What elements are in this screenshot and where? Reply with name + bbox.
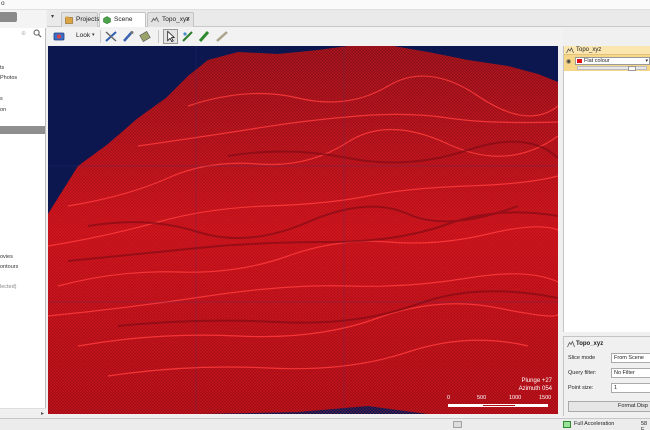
projects-icon — [65, 16, 73, 24]
tree-item[interactable]: on — [0, 107, 45, 113]
project-tree-dropdown[interactable] — [0, 12, 17, 22]
tree-item[interactable]: s — [0, 96, 45, 102]
visibility-eye-icon[interactable]: ◉ — [566, 58, 571, 65]
plunge-readout: Plunge +27 — [521, 378, 552, 384]
scroll-right-arrow-icon[interactable]: ▸ — [41, 410, 44, 417]
azimuth-readout: Azimuth 054 — [518, 386, 552, 392]
colour-swatch — [577, 59, 582, 63]
horizontal-scrollbar[interactable]: ▸ — [0, 408, 46, 418]
orientation-readout: Plunge +27 Azimuth 054 — [519, 377, 552, 393]
status-bar: Full Acceleration 58 F — [0, 418, 650, 430]
scene-view-viewport[interactable]: Plunge +27 Azimuth 054 0 500 1000 1500 — [48, 46, 558, 414]
colour-row: ◉ Flat colour ▾ — [564, 55, 650, 71]
tree-item[interactable]: Photos — [0, 75, 45, 81]
tree-item[interactable]: ontours — [0, 264, 45, 270]
tree-item-selected[interactable] — [0, 126, 45, 134]
chevron-down-icon: ▾ — [645, 58, 648, 64]
project-tree-header — [0, 10, 46, 28]
toolbar-divider — [100, 30, 101, 43]
scale-bar: 0 500 1000 1500 — [447, 395, 555, 411]
scene-toolbar: Look ▾ — [47, 27, 563, 46]
format-display-button[interactable]: Format Disp — [568, 401, 650, 412]
polyline-icon[interactable] — [197, 30, 211, 43]
window-title-strip: o — [0, 0, 650, 10]
object-properties-panel: Topo_xyz Slice mode From Scene Query fil… — [563, 336, 650, 416]
object-header[interactable]: Topo_xyz — [564, 46, 650, 55]
select-tool-button[interactable] — [163, 29, 178, 44]
acceleration-icon — [563, 421, 571, 428]
fps-readout: 58 F — [641, 421, 648, 430]
tree-item[interactable]: ts — [0, 65, 45, 71]
chevron-down-icon[interactable]: ▾ — [92, 32, 95, 38]
tab-list-chevron-icon[interactable]: ▾ — [51, 13, 54, 20]
mesh-icon — [567, 340, 575, 348]
measure-icon[interactable] — [104, 30, 118, 43]
tab-projects[interactable]: Projects — [61, 12, 100, 27]
query-filter-label: Query filter: — [568, 370, 597, 376]
look-menu-button[interactable]: Look — [76, 32, 90, 39]
slice-mode-label: Slice mode — [568, 355, 596, 361]
slice-mode-select[interactable]: From Scene — [611, 353, 650, 363]
terrain-surface — [48, 46, 558, 414]
scale-label: 500 — [477, 395, 487, 401]
section-icon[interactable] — [121, 30, 135, 43]
window-title: o — [1, 0, 5, 7]
project-tree-panel: ⊕ ts Photos s on ovies ontours lected) ▸ — [0, 10, 46, 418]
ruler-icon[interactable] — [215, 30, 229, 43]
tab-bar: ▾ Projects Scene View Topo_xyz × — [47, 10, 650, 36]
opacity-slider[interactable] — [577, 66, 647, 71]
shapes-list-panel: Topo_xyz ◉ Flat colour ▾ — [563, 46, 650, 332]
mesh-icon — [566, 47, 574, 54]
scene-view-icon — [103, 16, 111, 24]
colour-mode-select[interactable]: Flat colour ▾ — [575, 57, 650, 65]
tree-item[interactable]: ovies — [0, 254, 45, 260]
tab-scene-view[interactable]: Scene View — [99, 12, 146, 36]
mesh-icon — [151, 16, 159, 23]
tree-item[interactable]: lected) — [0, 284, 45, 290]
filter-icon[interactable]: ⊕ — [21, 30, 30, 37]
view-icon[interactable] — [52, 30, 66, 43]
scale-bar-track — [448, 404, 548, 407]
scale-label: 1500 — [539, 395, 552, 401]
properties-title: Topo_xyz — [576, 341, 604, 347]
draw-icon[interactable] — [181, 30, 195, 43]
slider-thumb[interactable] — [628, 66, 636, 71]
query-filter-select[interactable]: No Filter — [611, 368, 650, 378]
search-icon[interactable] — [33, 29, 42, 38]
select-icon — [167, 30, 176, 43]
acceleration-status: Full Acceleration — [574, 421, 615, 427]
tab-topo-xyz[interactable]: Topo_xyz × — [147, 12, 194, 27]
close-tab-icon[interactable]: × — [186, 13, 190, 26]
keyboard-icon — [453, 421, 462, 428]
pin-icon[interactable] — [138, 30, 152, 43]
point-size-label: Point size: — [568, 385, 594, 391]
scale-label: 0 — [447, 395, 451, 401]
object-title: Topo_xyz — [576, 47, 602, 53]
tab-label: Projects — [76, 16, 100, 23]
point-size-input[interactable]: 1 — [611, 383, 650, 393]
toolbar-divider — [158, 30, 159, 43]
colour-mode-value: Flat colour — [584, 58, 610, 64]
scale-label: 1000 — [509, 395, 522, 401]
